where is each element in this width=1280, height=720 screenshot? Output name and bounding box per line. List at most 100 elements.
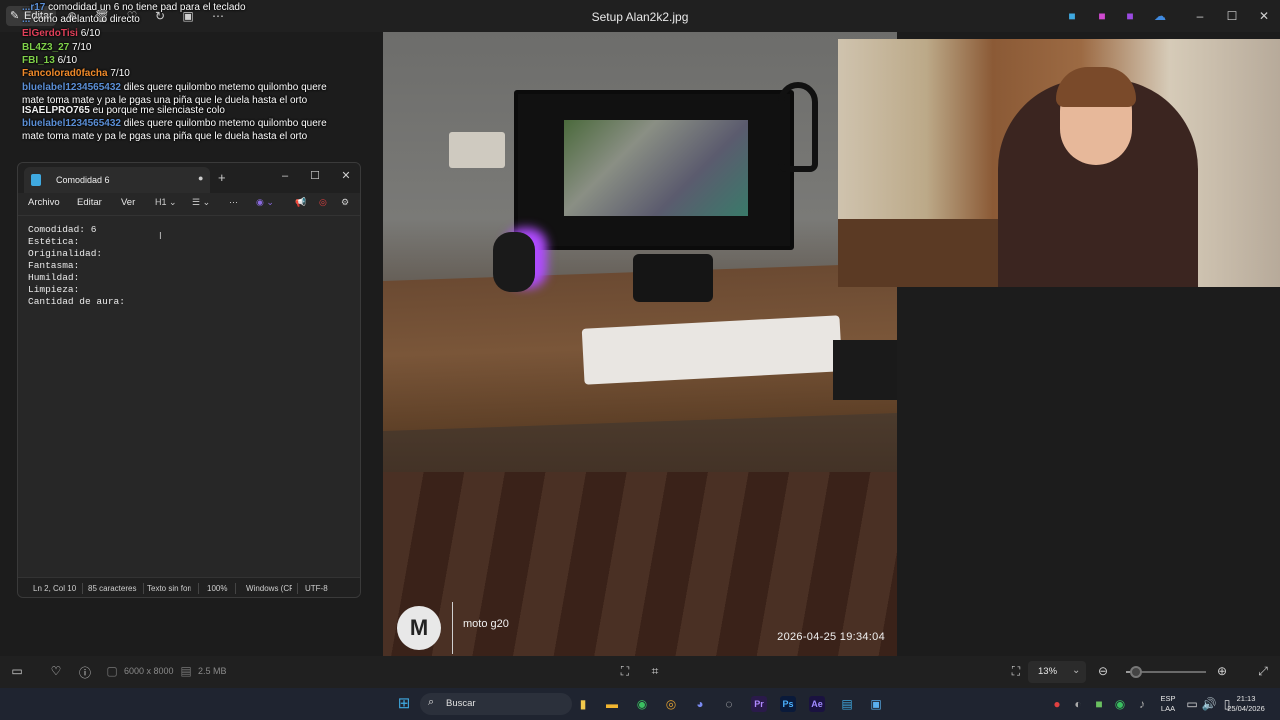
heading-select-value: H1 <box>155 197 167 207</box>
notepad-taskbar-icon[interactable]: ▤ <box>839 696 855 712</box>
text-line[interactable]: Fantasma: <box>28 260 79 271</box>
notepad-text-area[interactable]: I Comodidad: 6 Estética: Originalidad: Fant… <box>18 215 360 577</box>
premiere-icon[interactable]: Pr <box>751 696 767 712</box>
zoom-slider[interactable] <box>1126 666 1206 678</box>
webcam-person-hair <box>1056 67 1136 107</box>
unsaved-dot-icon[interactable]: ● <box>198 173 203 183</box>
language-indicator[interactable]: ESP LAA <box>1156 694 1180 714</box>
crop-icon[interactable]: ⛶ <box>617 664 633 679</box>
tray-icon-1[interactable]: ● <box>1049 696 1065 712</box>
scan-icon[interactable]: ⌗ <box>647 664 663 679</box>
notepad-maximize-button[interactable]: ☐ <box>300 166 330 186</box>
text-line[interactable]: Limpieza: <box>28 284 79 295</box>
announce-icon[interactable]: 📢 <box>295 197 306 208</box>
chat-message: Fancolorad0facha 7/10 <box>22 68 342 81</box>
tray-icon-4[interactable]: ◉ <box>1112 696 1128 712</box>
maximize-button[interactable]: ☐ <box>1218 6 1246 26</box>
notepad-close-button[interactable]: ✕ <box>331 166 360 186</box>
chat-username[interactable]: ...r17 <box>22 2 45 13</box>
photoshop-icon[interactable]: Ps <box>780 696 796 712</box>
text-line[interactable]: Originalidad: <box>28 248 102 259</box>
chat-username[interactable]: Fancolorad0facha <box>22 68 108 79</box>
text-line[interactable]: Comodidad: 6 <box>28 224 96 235</box>
search-box[interactable]: ⌕ Buscar <box>420 693 572 715</box>
app-icon-1[interactable]: ■ <box>1064 8 1080 24</box>
app-green-icon[interactable]: ◉ <box>634 696 650 712</box>
cloud-icon[interactable]: ☁ <box>1152 8 1168 24</box>
favorite-heart-icon[interactable]: ♡ <box>48 664 64 678</box>
chrome-icon[interactable]: ◎ <box>663 696 679 712</box>
minimize-button[interactable]: – <box>1186 6 1214 26</box>
menu-ver[interactable]: Ver <box>121 197 135 208</box>
more-options-icon[interactable]: ⋯ <box>229 197 238 208</box>
after-effects-icon[interactable]: Ae <box>809 696 825 712</box>
app-icon-3[interactable]: ■ <box>1122 8 1138 24</box>
file-explorer-icon[interactable]: ▬ <box>604 696 620 712</box>
chat-username[interactable]: ElGerdoTisi <box>22 28 78 39</box>
clock[interactable]: 21:13 25/04/2026 <box>1224 694 1268 714</box>
chat-message: ElGerdoTisi 6/10 <box>22 28 342 41</box>
wall-outlet <box>449 132 505 168</box>
status-separator-5 <box>297 583 298 594</box>
notepad-tab[interactable]: Comodidad 6 ● <box>24 167 210 193</box>
tray-icon-3[interactable]: ■ <box>1091 696 1107 712</box>
obs-icon[interactable]: ◌ <box>721 696 737 712</box>
chat-message: ... como adelantó o directo <box>22 14 342 27</box>
info-icon[interactable]: ⓘ <box>77 664 93 681</box>
zoom-slider-thumb[interactable] <box>1130 666 1143 678</box>
fit-screen-icon[interactable]: ⛶ <box>1008 664 1024 679</box>
chat-username[interactable]: FBI_13 <box>22 55 55 66</box>
chat-username[interactable]: bluelabel1234565432 <box>22 118 121 129</box>
text-line[interactable]: Cantidad de aura: <box>28 296 125 307</box>
filmstrip-icon[interactable]: ▭ <box>9 664 25 678</box>
photo-headset <box>778 82 818 172</box>
status-encoding[interactable]: UTF-8 <box>305 584 335 593</box>
notepad-window: Comodidad 6 ● + – ☐ ✕ Archivo Editar Ver… <box>17 162 361 598</box>
photo-monitor-screen <box>564 120 748 216</box>
files-icon[interactable]: ▮ <box>575 696 591 712</box>
status-format[interactable]: Texto sin formato <box>147 584 191 593</box>
microphone-icon[interactable]: ♪ <box>1134 696 1150 712</box>
chat-message: ISAELPRO765 eu porque me silenciaste col… <box>22 105 342 118</box>
copilot-icon[interactable]: ◉ ⌄ <box>256 197 274 208</box>
windows-start-icon[interactable]: ⊞ <box>396 696 412 712</box>
text-line[interactable]: Estética: <box>28 236 79 247</box>
menu-archivo[interactable]: Archivo <box>28 197 60 208</box>
notepad-minimize-button[interactable]: – <box>270 166 300 186</box>
screen: ✎ Editar ⊕ 🗑 ♡ ↻ ▣ ⋯ Setup Alan2k2.jpg ■… <box>0 0 1280 720</box>
chat-username[interactable]: BL4Z3_27 <box>22 42 69 53</box>
tray-icon-2[interactable]: ◐ <box>1070 696 1086 712</box>
status-zoom[interactable]: 100% <box>207 584 235 593</box>
menu-editar[interactable]: Editar <box>77 197 102 208</box>
chat-text: comodidad un 6 no tiene pad para el tecl… <box>48 2 246 13</box>
photo-canvas[interactable]: M moto g20 2026-04-25 19:34:04 <box>383 32 897 656</box>
dimensions-icon: ▢ <box>106 664 118 678</box>
status-line-ending[interactable]: Windows (CRLF) <box>246 584 292 593</box>
zoom-out-icon[interactable]: ⊖ <box>1095 664 1111 678</box>
chat-username[interactable]: ... <box>22 14 30 25</box>
heading-select[interactable]: H1 ⌄ <box>155 197 177 208</box>
zoom-dropdown[interactable]: 13% ⌄ <box>1028 661 1086 683</box>
status-char-count: 85 caracteres <box>88 584 137 593</box>
display-icon[interactable]: ▭ <box>1184 696 1200 712</box>
settings-gear-icon[interactable]: ⚙ <box>341 197 349 208</box>
text-line[interactable]: Humildad: <box>28 272 79 283</box>
list-icon[interactable]: ☰ ⌄ <box>192 197 210 208</box>
photos-taskbar-icon[interactable]: ▣ <box>868 696 884 712</box>
chat-message: FBI_13 6/10 <box>22 55 342 68</box>
zoom-in-icon[interactable]: ⊕ <box>1214 664 1230 678</box>
taskbar: ⊞ ⌕ Buscar ▮ ▬ ◉ ◎ ◕ ◌ Pr Ps Ae ▤ ▣ ● ◐ … <box>0 688 1280 720</box>
photo-floor <box>383 472 897 656</box>
chat-username[interactable]: bluelabel1234565432 <box>22 82 121 93</box>
camera-model: moto g20 <box>463 618 509 630</box>
volume-icon[interactable]: 🔊 <box>1201 696 1217 712</box>
new-tab-button[interactable]: + <box>218 170 226 185</box>
photo-timestamp: 2026-04-25 19:34:04 <box>777 631 885 643</box>
expand-icon[interactable]: ⤢ <box>1255 664 1271 679</box>
close-button[interactable]: ✕ <box>1250 6 1278 26</box>
chat-username[interactable]: ISAELPRO765 <box>22 105 90 116</box>
discord-icon[interactable]: ◕ <box>692 696 708 712</box>
app-icon-2[interactable]: ■ <box>1094 8 1110 24</box>
photo-mousepad <box>833 340 897 400</box>
record-icon[interactable]: ◎ <box>319 197 327 208</box>
